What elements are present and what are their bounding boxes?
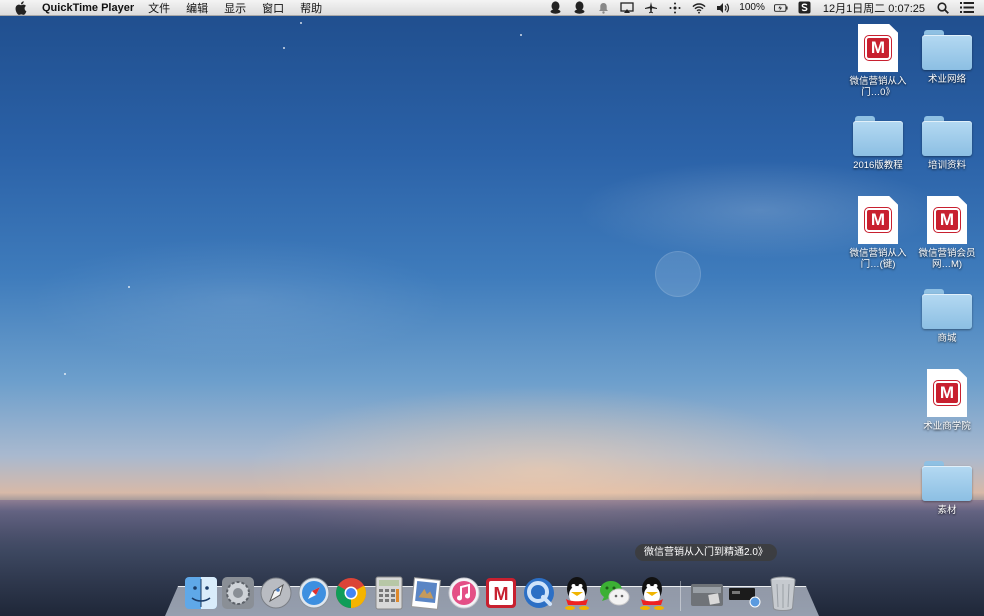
mindmanager-icon: M	[933, 380, 961, 406]
trash-icon[interactable]	[765, 575, 801, 611]
list-icon[interactable]	[960, 1, 974, 15]
desktop-icon-label: 2016版教程	[853, 160, 903, 171]
menu-file[interactable]: 文件	[148, 0, 170, 16]
desktop-folder[interactable]: 2016版教程	[846, 110, 910, 171]
battery-percent: 100%	[739, 2, 765, 13]
bluetooth-icon[interactable]	[668, 1, 682, 15]
folder-icon	[853, 116, 903, 156]
quicktime-icon[interactable]	[521, 575, 557, 611]
dock-separator	[679, 581, 682, 611]
desktop-document[interactable]: M 术业商学院	[915, 369, 979, 432]
desktop-icon-label: 微信营销从入门…0》	[849, 76, 907, 98]
desktop-folder[interactable]: 素材	[915, 455, 979, 516]
search-icon[interactable]	[936, 1, 950, 15]
app-menu-quicktime[interactable]: QuickTime Player	[42, 2, 134, 14]
mindmanager-icon: M	[864, 207, 892, 233]
desktop-icon-label: 商城	[937, 333, 957, 344]
menu-view[interactable]: 显示	[224, 0, 246, 16]
folder-icon	[922, 30, 972, 70]
desktop-icon-label: 培训资料	[927, 160, 966, 171]
qq-icon[interactable]	[548, 1, 562, 15]
desktop-icon-label: 微信营销从入门…(键)	[849, 248, 907, 270]
document-icon: M	[927, 369, 967, 417]
desktop-icon-label: 术业商学院	[923, 421, 971, 432]
menu-clock[interactable]: 12月1日周二 0:07:25	[823, 0, 925, 16]
mindmanager-icon: M	[864, 35, 892, 61]
desktop-document[interactable]: M 微信营销从入门…0》	[846, 24, 910, 98]
menu-edit[interactable]: 编辑	[186, 0, 208, 16]
dock-tooltip: 微信营销从入门到精通2.0》	[635, 544, 777, 561]
launchpad-icon[interactable]	[258, 575, 294, 611]
menu-window[interactable]: 窗口	[262, 0, 284, 16]
qq-icon[interactable]	[634, 575, 670, 611]
folder-icon	[922, 289, 972, 329]
menu-help[interactable]: 帮助	[300, 0, 322, 16]
folder-icon	[922, 461, 972, 501]
star	[283, 47, 285, 49]
desktop-document[interactable]: M 微信营销从入门…(键)	[846, 196, 910, 270]
moon	[655, 251, 701, 297]
wechat-icon[interactable]	[596, 575, 632, 611]
wifi-icon[interactable]	[692, 1, 706, 15]
star	[128, 286, 130, 288]
qq-icon[interactable]	[572, 1, 586, 15]
desktop-document[interactable]: M 微信营销会员网…M)	[915, 196, 979, 270]
folder-icon	[922, 116, 972, 156]
preview-icon[interactable]	[408, 575, 444, 611]
chrome-icon[interactable]	[333, 575, 369, 611]
star	[64, 373, 66, 375]
desktop-icon-label: 素材	[937, 505, 957, 516]
volume-icon[interactable]	[716, 1, 730, 15]
document-icon: M	[927, 196, 967, 244]
desktop-folder[interactable]: 术业网络	[915, 24, 979, 85]
desktop-folder[interactable]: 商城	[915, 283, 979, 344]
status-area: 100% 12月1日周二 0:07:25	[543, 0, 984, 16]
document-icon: M	[858, 24, 898, 72]
documents-stack-icon[interactable]	[689, 575, 725, 611]
star	[520, 34, 522, 36]
mindmanager-icon: M	[933, 207, 961, 233]
apple-icon[interactable]	[14, 0, 28, 15]
downloads-stack-icon[interactable]	[727, 575, 763, 611]
mindmanager-icon[interactable]: M	[484, 575, 520, 611]
document-icon: M	[858, 196, 898, 244]
desktop-icon-label: 术业网络	[927, 74, 966, 85]
menu-bar: QuickTime Player 文件 编辑 显示 窗口 帮助 100% 12月…	[0, 0, 984, 16]
safari-icon[interactable]	[296, 575, 332, 611]
notification-icon[interactable]	[596, 1, 610, 15]
star	[300, 22, 302, 24]
plane-icon[interactable]	[644, 1, 658, 15]
finder-icon[interactable]	[183, 575, 219, 611]
airplay-icon[interactable]	[620, 1, 634, 15]
sync-icon[interactable]	[798, 1, 812, 15]
itunes-icon[interactable]	[446, 575, 482, 611]
desktop-icon-label: 微信营销会员网…M)	[918, 248, 976, 270]
calculator-icon[interactable]	[371, 575, 407, 611]
battery-icon[interactable]	[773, 1, 788, 15]
svg-text:M: M	[494, 584, 509, 604]
system-preferences-icon[interactable]	[221, 575, 257, 611]
desktop-folder[interactable]: 培训资料	[915, 110, 979, 171]
dock: M	[183, 571, 803, 611]
qq-icon[interactable]	[559, 575, 595, 611]
